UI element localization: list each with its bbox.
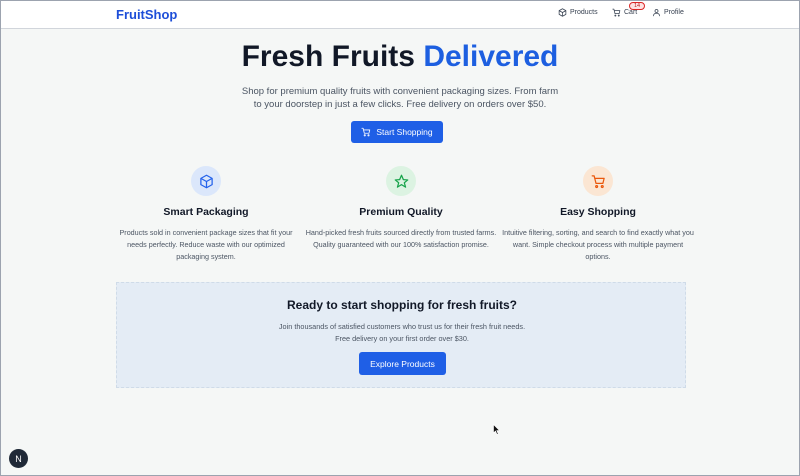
feature-icon-badge: [583, 166, 613, 196]
nav-products-link[interactable]: Products: [558, 8, 598, 17]
feature-description: Products sold in convenient package size…: [119, 228, 293, 261]
cta-section: Ready to start shopping for fresh fruits…: [116, 282, 686, 388]
feature-easy-shopping: Easy Shopping Intuitive filtering, sorti…: [498, 166, 698, 263]
cart-icon: [612, 8, 621, 17]
package-icon: [199, 174, 213, 188]
feature-icon-badge: [191, 166, 221, 196]
nav-cart-label: Cart: [624, 9, 638, 16]
top-navbar: FruitShop Products Cart 14 Profile: [0, 0, 800, 29]
hero-title-main: Fresh Fruits: [241, 40, 415, 73]
feature-smart-packaging: Smart Packaging Products sold in conveni…: [106, 166, 306, 263]
mouse-cursor-icon: [493, 424, 500, 435]
package-icon: [558, 8, 567, 17]
nav-products-label: Products: [570, 9, 598, 16]
hero-title-accent: Delivered: [423, 40, 559, 73]
hero-title: Fresh Fruits Delivered: [0, 40, 800, 74]
cart-icon: [591, 174, 605, 188]
nav-profile-link[interactable]: Profile: [652, 8, 684, 17]
start-shopping-button[interactable]: Start Shopping: [351, 121, 443, 143]
feature-description: Intuitive filtering, sorting, and search…: [502, 228, 694, 261]
cart-count-badge: 14: [629, 2, 645, 10]
next-dev-indicator-button[interactable]: N: [9, 449, 28, 468]
feature-title: Premium Quality: [359, 206, 443, 218]
explore-products-button[interactable]: Explore Products: [359, 352, 446, 375]
feature-title: Easy Shopping: [560, 206, 636, 218]
feature-icon-badge: [386, 166, 416, 196]
nav-profile-label: Profile: [664, 9, 684, 16]
star-icon: [394, 174, 408, 188]
brand-logo[interactable]: FruitShop: [116, 7, 177, 22]
cta-title: Ready to start shopping for fresh fruits…: [286, 298, 517, 312]
feature-title: Smart Packaging: [163, 206, 249, 218]
hero-subtitle: Shop for premium quality fruits with con…: [241, 86, 559, 110]
cart-icon: [361, 127, 371, 137]
feature-premium-quality: Premium Quality Hand-picked fresh fruits…: [301, 166, 501, 251]
start-shopping-label: Start Shopping: [376, 127, 433, 137]
feature-description: Hand-picked fresh fruits sourced directl…: [305, 228, 497, 249]
cta-subtitle: Join thousands of satisfied customers wh…: [278, 322, 526, 343]
user-icon: [653, 9, 660, 17]
